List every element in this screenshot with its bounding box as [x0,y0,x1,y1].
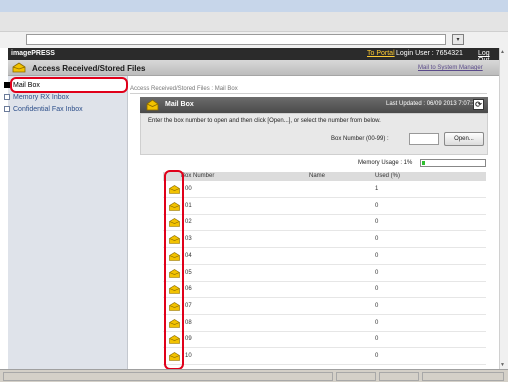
row-divider [163,197,486,198]
box-number-link[interactable]: 01 [185,203,192,209]
panel-body: Enter the box number to open and then cl… [140,113,488,155]
box-used-percent: 0 [375,336,379,342]
table-row[interactable]: 00 1 [163,182,486,197]
box-number-link[interactable]: 04 [185,253,192,259]
bullet-icon [4,94,10,101]
app-title: imagePRESS [11,50,55,57]
bullet-icon [4,82,10,89]
subheader: Access Received/Stored Files Mail to Sys… [8,60,499,76]
box-used-percent: 0 [375,219,379,225]
table-row[interactable]: 04 0 [163,249,486,264]
open-button[interactable]: Open... [444,132,484,146]
mailbox-icon [146,99,159,111]
memory-usage-bar [420,159,486,167]
status-cell [336,372,376,381]
instructions: Enter the box number to open and then cl… [148,118,381,124]
panel-header: Mail Box Last Updated : 06/09 2013 7:07:… [140,97,488,113]
sidebar-item-memory-rx-inbox[interactable]: Memory RX Inbox [4,94,69,101]
box-number-link[interactable]: 08 [185,320,192,326]
column-header-name: Name [309,173,326,179]
row-divider [163,297,486,298]
box-number-link[interactable]: 09 [185,336,192,342]
box-used-percent: 0 [375,236,379,242]
status-cell [422,372,504,381]
box-used-percent: 0 [375,203,379,209]
sidebar-item-mail-box-highlighted[interactable]: Mail Box [4,82,40,89]
box-number-link[interactable]: 06 [185,286,192,292]
box-used-percent: 0 [375,253,379,259]
box-used-percent: 0 [375,303,379,309]
bullet-icon [4,106,10,113]
login-user: Login User : 7654321 [396,50,463,57]
divider [130,93,487,94]
memory-usage-fill [422,161,425,165]
browser-toolbar [0,12,508,32]
sidebar-item-label: Memory RX Inbox [13,94,70,101]
page-title: Access Received/Stored Files [32,64,146,73]
row-divider [163,347,486,348]
address-input[interactable] [26,34,446,45]
row-divider [163,364,486,365]
box-number-input[interactable] [409,133,439,145]
breadcrumb: Access Received/Stored Files : Mail Box [130,86,238,92]
mailbox-icon [12,62,26,73]
sidebar-item-label: Confidential Fax Inbox [13,106,83,113]
box-used-percent: 1 [375,186,379,192]
column-header-used: Used (%) [375,173,401,179]
table-row[interactable]: 08 0 [163,316,486,331]
table-row[interactable]: 10 0 [163,349,486,364]
box-number-link[interactable]: 00 [185,186,192,192]
table-row[interactable]: 01 0 [163,199,486,214]
browser-title-bar [0,0,508,12]
status-cell [3,372,333,381]
box-used-percent: 0 [375,320,379,326]
table-header: Box Number Name Used (%) [163,172,486,181]
address-dropdown-button[interactable]: ▾ [452,34,464,45]
refresh-button[interactable]: ⟳ [473,99,484,110]
memory-usage-label: Memory Usage : 1% [358,160,413,166]
box-number-link[interactable]: 10 [185,353,192,359]
scroll-down-icon[interactable]: ▼ [500,362,505,368]
box-number-link[interactable]: 03 [185,236,192,242]
scroll-up-icon[interactable]: ▲ [500,49,505,55]
to-portal-link[interactable]: To Portal [367,50,395,57]
table-row[interactable]: 09 0 [163,332,486,347]
row-divider [163,314,486,315]
status-cell [379,372,419,381]
box-number-label: Box Number (00-99) : [331,136,389,142]
table-row[interactable]: 02 0 [163,215,486,230]
sidebar [8,76,128,369]
table-row[interactable]: 05 0 [163,266,486,281]
sidebar-item-confidential-fax-inbox[interactable]: Confidential Fax Inbox [4,106,83,113]
table-row[interactable]: 07 0 [163,299,486,314]
app-header: imagePRESS To Portal Login User : 765432… [8,48,499,64]
box-number-link[interactable]: 07 [185,303,192,309]
box-number-link[interactable]: 02 [185,219,192,225]
box-used-percent: 0 [375,353,379,359]
refresh-icon: ⟳ [475,100,482,109]
table-row[interactable]: 03 0 [163,232,486,247]
panel-title: Mail Box [165,101,194,108]
status-bar [0,369,508,382]
table-row[interactable]: 06 0 [163,282,486,297]
highlight-box-column [164,170,184,370]
box-number-link[interactable]: 05 [185,270,192,276]
sidebar-item-label: Mail Box [13,82,40,89]
row-divider [163,230,486,231]
box-used-percent: 0 [375,270,379,276]
row-divider [163,264,486,265]
mail-to-system-manager-link[interactable]: Mail to System Manager [418,65,483,71]
column-header-box-number[interactable]: Box Number [181,173,214,179]
last-updated: Last Updated : 06/09 2013 7:07:13 [386,101,479,107]
box-used-percent: 0 [375,286,379,292]
row-divider [163,247,486,248]
scrollbar[interactable] [499,48,508,369]
